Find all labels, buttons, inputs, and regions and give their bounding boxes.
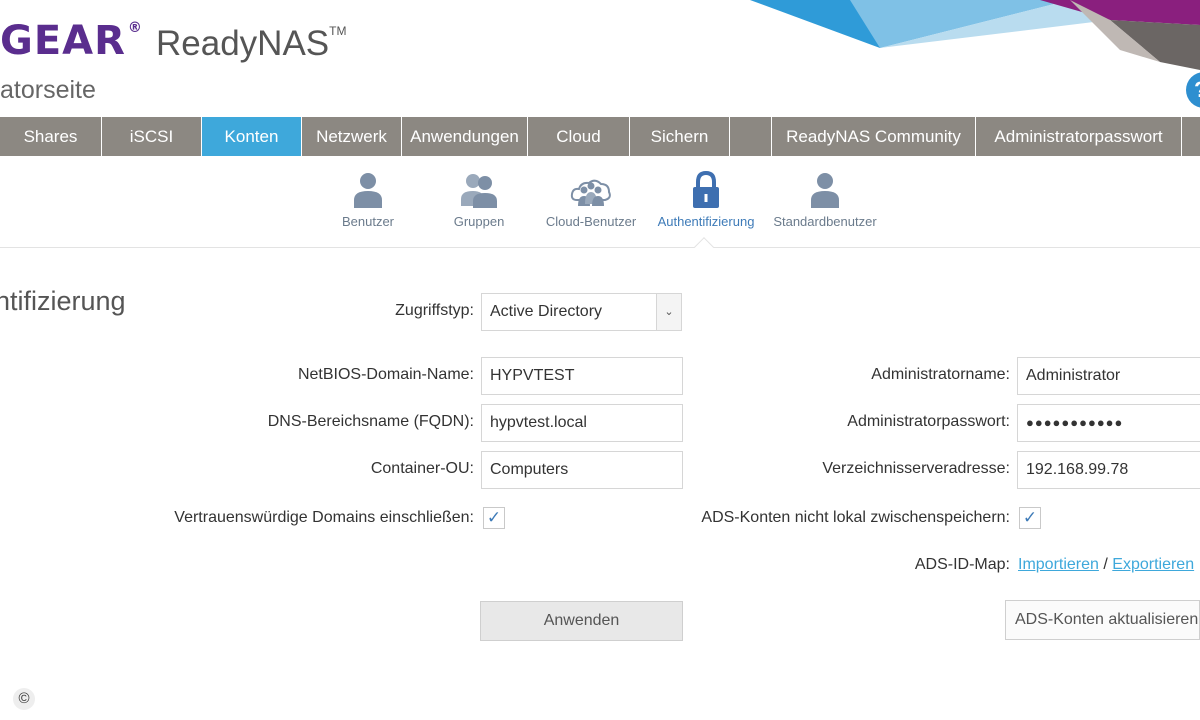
header-decoration: [750, 0, 1200, 70]
ads-id-map-label: ADS-ID-Map:: [914, 556, 1010, 573]
tab-anwendungen[interactable]: Anwendungen: [402, 117, 528, 156]
export-link[interactable]: Exportieren: [1112, 556, 1194, 573]
dns-field[interactable]: hypvtest.local: [481, 404, 683, 442]
tab-konten[interactable]: Konten: [202, 117, 302, 156]
product-name: ReadyNASTM: [156, 24, 346, 64]
netbios-label: NetBIOS-Domain-Name:: [297, 366, 474, 383]
subnav-standardbenutzer[interactable]: Standardbenutzer: [767, 170, 883, 229]
directory-server-field[interactable]: 192.168.99.78: [1017, 451, 1200, 489]
netgear-logo: GEAR ®: [0, 18, 143, 64]
tab-shares[interactable]: Shares: [0, 117, 102, 156]
main-nav-bar: Shares iSCSI Konten Netzwerk Anwendungen…: [0, 117, 1200, 156]
chevron-down-icon[interactable]: ⌄: [656, 294, 681, 330]
subnav-cloud-benutzer-label: Cloud-Benutzer: [545, 214, 637, 229]
group-icon: [461, 174, 497, 208]
tab-sichern[interactable]: Sichern: [630, 117, 730, 156]
dns-label: DNS-Bereichsname (FQDN):: [267, 413, 474, 430]
access-type-select[interactable]: Active Directory ⌄: [481, 293, 682, 331]
check-icon: ✓: [1022, 508, 1038, 527]
help-icon[interactable]: ?: [1186, 72, 1200, 108]
directory-server-label: Verzeichnisserveradresse:: [822, 460, 1010, 477]
subnav-authentifizierung[interactable]: Authentifizierung: [651, 170, 761, 229]
import-link[interactable]: Importieren: [1018, 556, 1099, 573]
apply-button[interactable]: Anwenden: [480, 601, 683, 641]
registered-mark: ®: [127, 20, 143, 36]
tab-netzwerk[interactable]: Netzwerk: [302, 117, 402, 156]
product-label: ReadyNAS: [156, 24, 330, 63]
tab-blank[interactable]: [730, 117, 772, 156]
subnav-authentifizierung-label: Authentifizierung: [657, 214, 755, 229]
subnav-divider: [0, 247, 1200, 248]
subnav-gruppen-label: Gruppen: [453, 214, 505, 229]
ads-id-map-links: Importieren / Exportieren: [1018, 556, 1194, 574]
link-separator: /: [1103, 556, 1108, 573]
admin-page-subtitle: atorseite: [0, 76, 96, 104]
active-subnav-pointer: [694, 237, 714, 257]
trusted-domains-label: Vertrauenswürdige Domains einschließen:: [174, 509, 474, 526]
cloud-users-icon: [570, 179, 611, 206]
subnav-benutzer-label: Benutzer: [341, 214, 395, 229]
tab-readynas-community[interactable]: ReadyNAS Community: [772, 117, 976, 156]
default-user-icon: [811, 173, 839, 208]
tab-cloud[interactable]: Cloud: [528, 117, 630, 156]
subnav-cloud-benutzer[interactable]: Cloud-Benutzer: [539, 170, 643, 229]
admin-name-field[interactable]: Administrator: [1017, 357, 1200, 395]
tab-overflow[interactable]: [1182, 117, 1200, 156]
subnav-gruppen[interactable]: Gruppen: [441, 170, 517, 229]
check-icon: ✓: [486, 508, 502, 527]
subnav-benutzer[interactable]: Benutzer: [330, 170, 406, 229]
admin-name-label: Administratorname:: [871, 366, 1010, 383]
tab-iscsi[interactable]: iSCSI: [102, 117, 202, 156]
netbios-field[interactable]: HYPVTEST: [481, 357, 683, 395]
copyright-icon: ©: [13, 688, 35, 710]
container-ou-field[interactable]: Computers: [481, 451, 683, 489]
trusted-domains-checkbox[interactable]: ✓: [483, 507, 505, 529]
page-title: ntifizierung: [0, 286, 126, 316]
no-cache-label: ADS-Konten nicht lokal zwischenspeichern…: [701, 509, 1010, 526]
logo-text: GEAR: [0, 18, 126, 64]
trademark-mark: TM: [329, 24, 347, 38]
container-ou-label: Container-OU:: [370, 460, 474, 477]
subnav-standardbenutzer-label: Standardbenutzer: [773, 214, 877, 229]
lock-icon: [693, 170, 719, 208]
tab-administratorpasswort[interactable]: Administratorpasswort: [976, 117, 1182, 156]
access-type-label: Zugriffstyp:: [395, 302, 474, 319]
access-type-value: Active Directory: [490, 303, 603, 320]
admin-password-field[interactable]: ●●●●●●●●●●●: [1017, 404, 1200, 442]
admin-password-label: Administratorpasswort:: [847, 413, 1010, 430]
user-icon: [354, 173, 382, 208]
no-cache-checkbox[interactable]: ✓: [1019, 507, 1041, 529]
refresh-ads-accounts-button[interactable]: ADS-Konten aktualisieren: [1005, 600, 1200, 640]
